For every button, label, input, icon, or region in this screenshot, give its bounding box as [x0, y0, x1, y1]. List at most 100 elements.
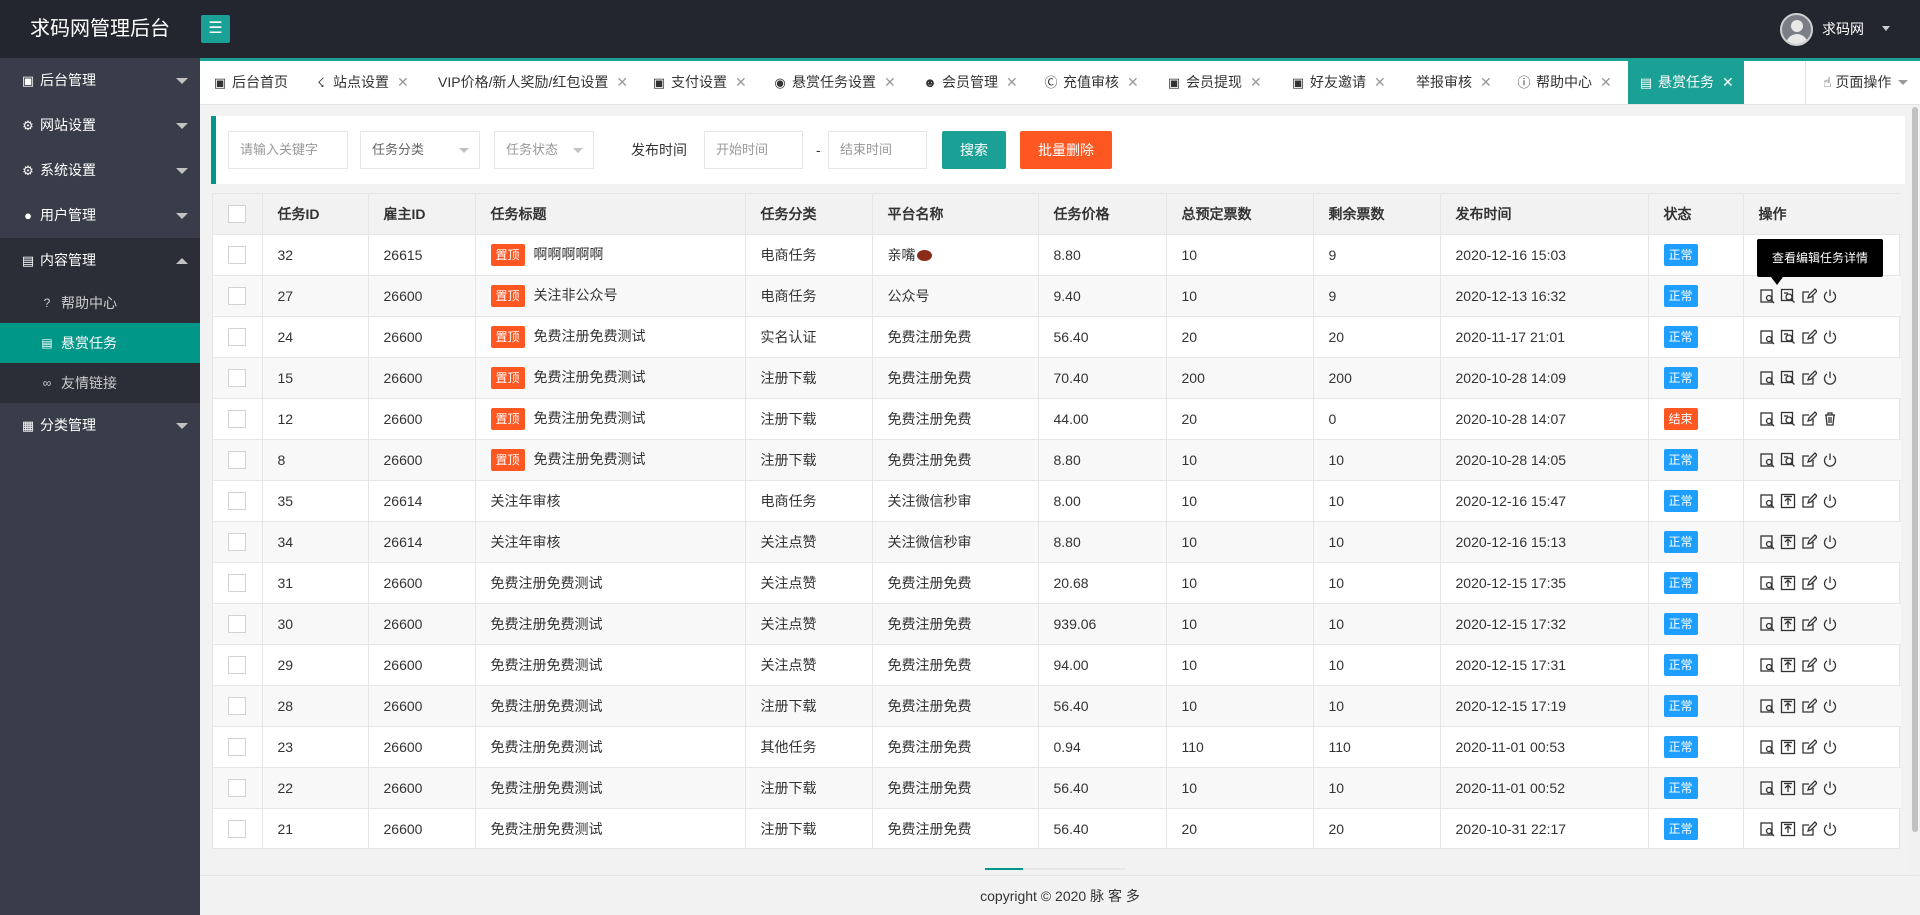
table-row[interactable]: 15 26600 置顶 免费注册免费测试 注册下载 免费注册免费 70.40 200 200 20… — [213, 357, 1901, 399]
edit-icon[interactable] — [1801, 616, 1817, 632]
batch-delete-button[interactable]: 批量删除 — [1020, 131, 1112, 169]
keyword-input[interactable]: 请输入关键字 — [228, 131, 348, 169]
sidebar-item-site-settings[interactable]: ⚙ 网站设置 — [0, 103, 200, 148]
table-row[interactable]: 23 26600 免费注册免费测试 其他任务 免费注册免费 0.94 110 110 2020-… — [213, 726, 1901, 768]
sidebar-subitem-help[interactable]: ? 帮助中心 — [0, 283, 200, 323]
row-checkbox[interactable] — [228, 409, 246, 428]
edit-icon[interactable] — [1801, 288, 1817, 304]
row-checkbox[interactable] — [228, 491, 246, 510]
row-checkbox[interactable] — [228, 573, 246, 592]
close-icon[interactable]: ✕ — [1250, 61, 1262, 104]
power-off-icon[interactable] — [1822, 534, 1838, 550]
close-icon[interactable]: ✕ — [397, 61, 409, 104]
sidebar-item-backend[interactable]: ▣ 后台管理 — [0, 58, 200, 103]
table-row[interactable]: 24 26600 置顶 免费注册免费测试 实名认证 免费注册免费 56.40 20 20 2020… — [213, 316, 1901, 358]
row-checkbox[interactable] — [228, 655, 246, 674]
power-off-icon[interactable] — [1822, 370, 1838, 386]
edit-icon[interactable] — [1801, 780, 1817, 796]
view-details-icon[interactable] — [1759, 411, 1775, 427]
pin-to-top-icon[interactable] — [1780, 575, 1796, 591]
power-off-icon[interactable] — [1822, 329, 1838, 345]
table-row[interactable]: 31 26600 免费注册免费测试 关注点赞 免费注册免费 20.68 10 10 2020-1… — [213, 562, 1901, 604]
pin-to-top-icon[interactable] — [1780, 616, 1796, 632]
table-row[interactable]: 21 26600 免费注册免费测试 注册下载 免费注册免费 56.40 20 20 2020-1… — [213, 808, 1901, 849]
review-icon[interactable] — [1780, 370, 1796, 386]
view-details-icon[interactable] — [1759, 329, 1775, 345]
pin-to-top-icon[interactable] — [1780, 739, 1796, 755]
power-off-icon[interactable] — [1822, 616, 1838, 632]
review-icon[interactable] — [1780, 411, 1796, 427]
power-off-icon[interactable] — [1822, 739, 1838, 755]
sidebar-item-content[interactable]: ▤ 内容管理 — [0, 238, 200, 283]
power-off-icon[interactable] — [1822, 493, 1838, 509]
edit-icon[interactable] — [1801, 493, 1817, 509]
search-button[interactable]: 搜索 — [942, 131, 1006, 169]
tab-withdrawals[interactable]: ▣ 会员提现 ✕ — [1166, 61, 1262, 104]
row-checkbox[interactable] — [228, 737, 246, 756]
trash-icon[interactable] — [1822, 411, 1838, 427]
pin-to-top-icon[interactable] — [1780, 780, 1796, 796]
row-checkbox[interactable] — [228, 778, 246, 797]
tab-site-settings[interactable]: ☇ 站点设置 ✕ — [313, 61, 409, 104]
sidebar-subitem-bounty-tasks[interactable]: ▤ 悬赏任务 — [0, 323, 200, 363]
row-checkbox[interactable] — [228, 245, 246, 264]
column-header[interactable]: 剩余票数 — [1313, 194, 1441, 235]
column-header[interactable]: 任务ID — [262, 194, 369, 235]
sidebar-subitem-links[interactable]: ∞ 友情链接 — [0, 363, 200, 403]
table-row[interactable]: 8 26600 置顶 免费注册免费测试 注册下载 免费注册免费 8.80 10 10 2020-1… — [213, 439, 1901, 481]
table-row[interactable]: 30 26600 免费注册免费测试 关注点赞 免费注册免费 939.06 10 10 2020-… — [213, 603, 1901, 645]
table-row[interactable]: 29 26600 免费注册免费测试 关注点赞 免费注册免费 94.00 10 10 2020-1… — [213, 644, 1901, 686]
table-row[interactable]: 35 26614 关注年审核 电商任务 关注微信秒审 8.00 10 10 2020-12-16… — [213, 480, 1901, 522]
tab-bounty-tasks[interactable]: ▤ 悬赏任务 ✕ — [1628, 61, 1744, 104]
start-time-input[interactable]: 开始时间 — [704, 131, 803, 169]
page-operations-dropdown[interactable]: ☝ 页面操作 — [1805, 61, 1920, 104]
tab-report-review[interactable]: 举报审核 ✕ — [1416, 61, 1492, 104]
edit-icon[interactable] — [1801, 534, 1817, 550]
view-details-icon[interactable] — [1759, 534, 1775, 550]
sidebar-item-system-settings[interactable]: ⚙ 系统设置 — [0, 148, 200, 193]
table-row[interactable]: 28 26600 免费注册免费测试 注册下载 免费注册免费 56.40 10 10 2020-1… — [213, 685, 1901, 727]
close-icon[interactable]: ✕ — [616, 61, 628, 104]
end-time-input[interactable]: 结束时间 — [828, 131, 927, 169]
review-icon[interactable] — [1780, 288, 1796, 304]
pin-to-top-icon[interactable] — [1780, 493, 1796, 509]
tab-help-center[interactable]: ⓘ 帮助中心 ✕ — [1516, 61, 1611, 104]
edit-icon[interactable] — [1801, 370, 1817, 386]
column-header[interactable]: 发布时间 — [1440, 194, 1649, 235]
row-checkbox[interactable] — [228, 327, 246, 346]
column-header[interactable]: 任务价格 — [1038, 194, 1167, 235]
column-header[interactable]: 状态 — [1648, 194, 1744, 235]
close-icon[interactable]: ✕ — [735, 61, 747, 104]
pin-to-top-icon[interactable] — [1780, 698, 1796, 714]
tab-vip-settings[interactable]: VIP价格/新人奖励/红包设置 ✕ — [438, 61, 628, 104]
review-icon[interactable] — [1780, 329, 1796, 345]
scrollbar-thumb[interactable] — [1912, 107, 1918, 832]
column-header[interactable]: 平台名称 — [872, 194, 1039, 235]
edit-icon[interactable] — [1801, 329, 1817, 345]
view-details-icon[interactable] — [1759, 698, 1775, 714]
tab-payment-settings[interactable]: ▣ 支付设置 ✕ — [651, 61, 747, 104]
pin-to-top-icon[interactable] — [1780, 657, 1796, 673]
menu-toggle-button[interactable]: ☰ — [201, 15, 230, 43]
table-row[interactable]: 32 26615 置顶 啊啊啊啊啊 电商任务 亲嘴 8.80 10 9 2020-12-16 15… — [213, 234, 1901, 276]
power-off-icon[interactable] — [1822, 288, 1838, 304]
close-icon[interactable]: ✕ — [1480, 61, 1492, 104]
view-details-icon[interactable] — [1759, 780, 1775, 796]
tab-recharge-review[interactable]: Ⓒ 充值审核 ✕ — [1043, 61, 1138, 104]
row-checkbox[interactable] — [228, 286, 246, 305]
select-all-checkbox[interactable] — [228, 204, 246, 223]
view-details-icon[interactable] — [1759, 288, 1775, 304]
tab-home[interactable]: ▣ 后台首页 — [212, 61, 288, 104]
power-off-icon[interactable] — [1822, 698, 1838, 714]
edit-icon[interactable] — [1801, 657, 1817, 673]
category-select[interactable]: 任务分类 — [360, 131, 480, 169]
table-row[interactable]: 22 26600 免费注册免费测试 注册下载 免费注册免费 56.40 10 10 2020-1… — [213, 767, 1901, 809]
table-row[interactable]: 27 26600 置顶 关注非公众号 电商任务 公众号 9.40 10 9 2020-12-13 … — [213, 275, 1901, 317]
edit-icon[interactable] — [1801, 698, 1817, 714]
power-off-icon[interactable] — [1822, 657, 1838, 673]
view-details-icon[interactable] — [1759, 657, 1775, 673]
view-details-icon[interactable] — [1759, 616, 1775, 632]
edit-icon[interactable] — [1801, 739, 1817, 755]
pin-to-top-icon[interactable] — [1780, 534, 1796, 550]
pin-to-top-icon[interactable] — [1780, 821, 1796, 837]
